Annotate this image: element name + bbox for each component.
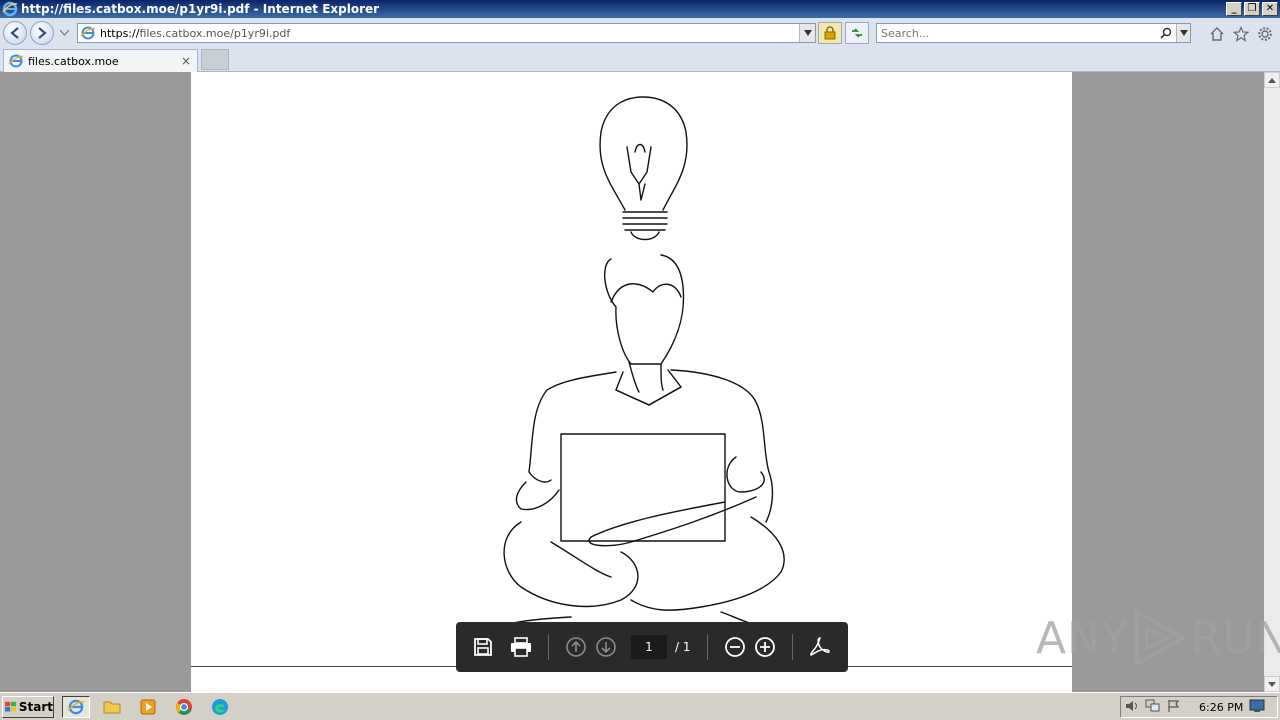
chrome-icon (176, 699, 192, 715)
ie-page-icon (8, 54, 24, 68)
back-button[interactable] (3, 21, 27, 45)
volume-icon[interactable] (1125, 699, 1139, 716)
address-bar[interactable]: https://files.catbox.moe/p1yr9i.pdf (77, 23, 816, 43)
edge-icon (212, 699, 228, 715)
taskbar-edge-button[interactable] (206, 696, 234, 718)
zoom-in-button[interactable] (750, 632, 780, 662)
show-desktop-icon[interactable] (1249, 699, 1265, 716)
url-path: /p1yr9i.pdf (230, 26, 291, 40)
taskbar-ie-button[interactable] (62, 696, 90, 718)
media-player-icon (140, 699, 156, 715)
system-tray: 6:26 PM (1120, 696, 1278, 718)
taskbar-explorer-button[interactable] (98, 696, 126, 718)
gear-icon[interactable] (1256, 25, 1274, 43)
forward-arrow-icon (38, 27, 47, 39)
taskbar: Start 6:26 PM (0, 692, 1280, 720)
forward-button[interactable] (30, 21, 54, 45)
anyrun-watermark: ANY RUN (1036, 608, 1280, 668)
page-number-input[interactable] (631, 635, 667, 659)
search-dropdown-button[interactable] (1176, 24, 1190, 42)
window-title: http://files.catbox.moe/p1yr9i.pdf - Int… (21, 2, 380, 16)
pdf-toolbar: / 1 (456, 622, 848, 672)
back-arrow-icon (10, 27, 19, 39)
history-dropdown-icon[interactable] (60, 29, 69, 37)
close-button[interactable]: ✕ (1262, 2, 1278, 16)
pdf-viewport[interactable] (0, 72, 1264, 692)
scroll-down-button[interactable] (1264, 676, 1280, 692)
security-lock-button[interactable] (818, 22, 842, 44)
chevron-down-icon (803, 30, 812, 36)
arrow-down-circle-icon (596, 637, 616, 657)
chevron-down-icon (1268, 681, 1276, 687)
ie-icon (67, 699, 84, 715)
tab-bar: files.catbox.moe × (0, 48, 1280, 72)
vertical-scrollbar[interactable] (1264, 72, 1280, 692)
taskbar-media-player-button[interactable] (134, 696, 162, 718)
ie-logo-icon (2, 1, 18, 17)
watermark-text-left: ANY (1036, 612, 1129, 664)
network-icon[interactable] (1145, 699, 1161, 716)
zoom-out-icon (724, 637, 745, 657)
print-icon (511, 637, 531, 657)
line-art-illustration (480, 96, 792, 638)
watermark-text-right: RUN (1190, 612, 1280, 664)
lock-icon (824, 26, 836, 40)
search-input[interactable] (877, 24, 1158, 42)
tab-label: files.catbox.moe (28, 54, 119, 68)
print-button[interactable] (506, 632, 536, 662)
zoom-in-icon (754, 637, 775, 657)
chevron-up-icon (1268, 77, 1276, 83)
save-button[interactable] (468, 632, 498, 662)
adobe-reader-button[interactable] (805, 632, 835, 662)
search-box[interactable] (876, 23, 1191, 43)
home-icon[interactable] (1208, 25, 1226, 43)
title-bar: http://files.catbox.moe/p1yr9i.pdf - Int… (0, 0, 1280, 18)
taskbar-chrome-button[interactable] (170, 696, 198, 718)
clock: 6:26 PM (1199, 700, 1244, 714)
action-center-flag-icon[interactable] (1167, 699, 1181, 716)
restore-button[interactable]: ❐ (1244, 2, 1260, 16)
new-tab-button[interactable] (201, 49, 229, 70)
play-triangle-icon (1134, 608, 1187, 668)
next-page-button[interactable] (591, 632, 621, 662)
toolbar-separator (791, 634, 793, 660)
page-total: / 1 (675, 640, 691, 654)
url-host: files.catbox.moe (139, 26, 231, 40)
arrow-up-circle-icon (566, 637, 586, 657)
windows-flag-icon (5, 701, 17, 712)
zoom-out-button[interactable] (720, 632, 750, 662)
toolbar-separator (548, 634, 549, 660)
scroll-up-button[interactable] (1264, 72, 1280, 88)
save-icon (474, 638, 492, 656)
address-url[interactable]: https://files.catbox.moe/p1yr9i.pdf (100, 27, 290, 40)
start-label: Start (18, 700, 53, 714)
previous-page-button[interactable] (561, 632, 591, 662)
minimize-button[interactable]: _ (1226, 2, 1242, 16)
pdf-page (191, 72, 1072, 692)
start-button[interactable]: Start (2, 696, 54, 718)
ie-page-icon (80, 26, 96, 40)
navigation-bar: https://files.catbox.moe/p1yr9i.pdf (0, 18, 1280, 48)
address-dropdown-button[interactable] (799, 24, 815, 42)
folder-icon (103, 701, 121, 714)
tab-files-catbox[interactable]: files.catbox.moe × (3, 49, 198, 72)
chevron-down-icon (1179, 30, 1188, 36)
url-scheme: https:// (100, 26, 140, 40)
toolbar-separator (706, 634, 708, 660)
tab-close-icon[interactable]: × (179, 54, 193, 68)
search-icon[interactable] (1158, 25, 1174, 41)
favorites-star-icon[interactable] (1232, 25, 1250, 43)
compatibility-refresh-button[interactable] (845, 22, 869, 44)
adobe-acrobat-icon (809, 637, 830, 656)
refresh-arrows-icon (852, 28, 862, 38)
